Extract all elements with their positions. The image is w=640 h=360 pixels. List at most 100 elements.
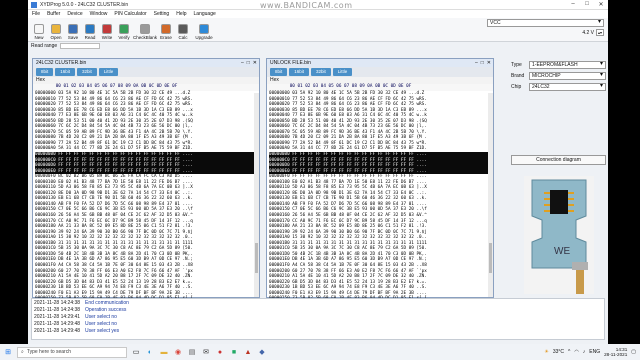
volume-icon[interactable]: ♪: [583, 349, 586, 355]
erase-icon: [161, 24, 171, 34]
voltage-value: 4.2 V: [582, 29, 594, 36]
windows-start-icon[interactable]: ⊞: [3, 347, 13, 357]
minimize-icon[interactable]: –: [566, 1, 580, 8]
maximize-icon[interactable]: □: [580, 1, 594, 8]
pane-close-icon[interactable]: ✕: [253, 59, 257, 67]
verify-button[interactable]: Verify: [117, 24, 131, 40]
log-message: User select no: [85, 313, 117, 320]
save-button[interactable]: Save: [66, 24, 80, 40]
task-view-icon[interactable]: ▭: [131, 347, 141, 357]
app-pinned-icon-2[interactable]: ■: [229, 347, 239, 357]
pane-title-text: 24LC32 CLUSTER.bin: [36, 60, 87, 66]
pane-maximize-icon[interactable]: □: [247, 59, 250, 67]
tray-chevron-icon[interactable]: ^: [568, 349, 570, 355]
close-icon[interactable]: ✕: [594, 1, 608, 8]
voltage-spinner[interactable]: ▴▾: [596, 29, 604, 36]
store-icon[interactable]: ▤: [187, 347, 197, 357]
calc-button[interactable]: Calc: [176, 24, 190, 40]
tab-32bit[interactable]: 32bit: [77, 68, 97, 76]
verify-icon: [119, 24, 129, 34]
vcc-panel: VCC 4.2 V ▴▾: [487, 19, 604, 36]
upgrade-button[interactable]: Upgrade: [193, 24, 215, 40]
write-button[interactable]: Write: [100, 24, 114, 40]
log-message: User select no: [85, 320, 117, 327]
bandicam-watermark: www.BANDICAM.com: [260, 1, 353, 10]
edge-icon[interactable]: ◐: [145, 347, 155, 357]
network-icon[interactable]: ◠: [574, 349, 578, 355]
tab-8bit[interactable]: 8bit: [270, 68, 288, 76]
language-indicator[interactable]: ENG: [589, 349, 600, 355]
folder-icon: [51, 24, 61, 34]
scrollbar-thumb[interactable]: [489, 243, 492, 273]
vertical-scrollbar[interactable]: [254, 93, 259, 297]
hex-pane-right: UNLOCK FILE.bin – □ ✕ 8bit 16bit 32bit Little He…: [266, 58, 494, 301]
tab-32bit[interactable]: 32bit: [311, 68, 331, 76]
vertical-scrollbar[interactable]: [488, 93, 493, 297]
checkblank-icon: [140, 24, 150, 34]
tab-8bit[interactable]: 8bit: [36, 68, 54, 76]
checkblank-button[interactable]: CheckBlank: [133, 24, 157, 40]
clock-date: 28-11-2021: [604, 352, 628, 357]
tab-16bit[interactable]: 16bit: [55, 68, 76, 76]
toolbar-label: Erase: [160, 35, 172, 40]
view-tabs: 8bit 16bit 32bit Little: [33, 67, 259, 77]
save-icon: [68, 24, 78, 34]
hex-body[interactable]: 00000000 03 5A 92 10 80 4E 1C 5A 5B 2B F…: [33, 91, 259, 302]
menu-item-window[interactable]: Window: [90, 11, 108, 17]
menu-item-device[interactable]: Device: [67, 11, 82, 17]
pane-minimize-icon[interactable]: –: [241, 59, 244, 67]
toolbar-label: Calc: [178, 35, 188, 40]
new-button[interactable]: New: [32, 24, 46, 40]
pane-maximize-icon[interactable]: □: [481, 59, 484, 67]
tab-little[interactable]: Little: [332, 68, 353, 76]
tab-16bit[interactable]: 16bit: [289, 68, 310, 76]
device-panel: Type 1-EEPROM&FLASH Brand MICROCHIP Chip…: [509, 58, 608, 298]
toolbar-label: Write: [101, 35, 113, 40]
menu-bar: File Buffer Device Window PIN Calculator Sett…: [28, 10, 608, 18]
read-range-input[interactable]: [60, 43, 101, 49]
search-icon: ⌕: [21, 349, 24, 355]
log-timestamp: 2021-11-28 14:29:48: [34, 320, 81, 327]
read-button[interactable]: Read: [83, 24, 97, 40]
log-entry: 2021-11-28 14:29:48 User select no: [32, 320, 604, 327]
tab-little[interactable]: Little: [98, 68, 119, 76]
hex-body[interactable]: 00000000 03 5A 92 10 80 4E 1C 5A 5B 2B F…: [267, 91, 493, 302]
menu-item-language[interactable]: Language: [194, 11, 216, 17]
adapter-text: WE: [554, 246, 570, 257]
scrollbar-thumb[interactable]: [255, 243, 258, 273]
type-label: Type: [511, 61, 522, 68]
upgrade-icon: [199, 24, 209, 34]
menu-item-help[interactable]: Help: [176, 11, 186, 17]
toolbar-label: Upgrade: [195, 35, 213, 40]
erase-button[interactable]: Erase: [159, 24, 173, 40]
app-pinned-icon[interactable]: ●: [215, 347, 225, 357]
clock[interactable]: 14:31 28-11-2021: [604, 347, 627, 357]
chip-select[interactable]: 24LC32: [529, 82, 606, 91]
brand-select[interactable]: MICROCHIP: [529, 71, 606, 80]
taskbar-search[interactable]: ⌕ Type here to search: [17, 346, 127, 358]
menu-item-pin-calculator[interactable]: PIN Calculator: [114, 11, 146, 17]
toolbar-label: Verify: [118, 35, 130, 40]
view-tabs: 8bit 16bit 32bit Little: [267, 67, 493, 77]
toolbar-label: New: [34, 35, 44, 40]
pane-close-icon[interactable]: ✕: [487, 59, 491, 67]
vcc-select[interactable]: VCC: [487, 19, 604, 27]
app-pinned-icon-3[interactable]: ▲: [243, 347, 253, 357]
log-entry: 2021-11-28 14:29:48 User select yes: [32, 327, 604, 334]
log-timestamp: 2021-11-28 14:24:38: [34, 306, 81, 313]
chip-label: Chip: [511, 83, 522, 90]
file-explorer-icon[interactable]: ▬: [159, 347, 169, 357]
mail-icon[interactable]: ✉: [201, 347, 211, 357]
pane-title: UNLOCK FILE.bin – □ ✕: [267, 59, 493, 67]
app-pinned-icon-4[interactable]: ◆: [257, 347, 267, 357]
menu-item-setting[interactable]: Setting: [154, 11, 170, 17]
connection-diagram-button[interactable]: Connection diagram: [511, 155, 606, 165]
type-select[interactable]: 1-EEPROM&FLASH: [529, 60, 606, 69]
read-chip-icon: [85, 24, 95, 34]
open-button[interactable]: Open: [49, 24, 63, 40]
menu-item-file[interactable]: File: [32, 11, 40, 17]
chrome-icon[interactable]: ◉: [173, 347, 183, 357]
notification-icon[interactable]: ▢: [631, 349, 636, 355]
pane-minimize-icon[interactable]: –: [475, 59, 478, 67]
menu-item-buffer[interactable]: Buffer: [47, 11, 60, 17]
